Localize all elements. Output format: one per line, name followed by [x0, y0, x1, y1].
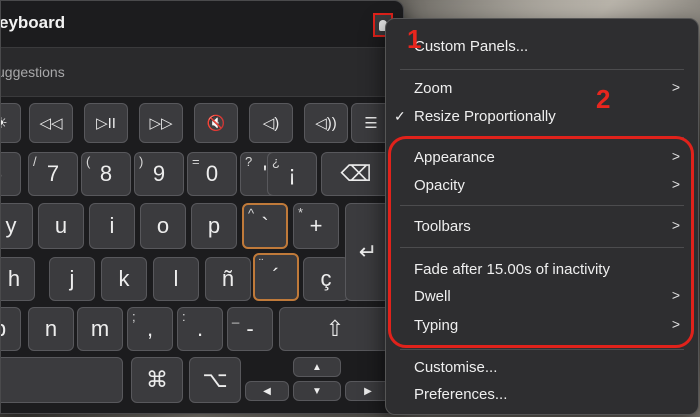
menu-item-resize-proportionally[interactable]: ✓ Resize Proportionally [394, 105, 684, 127]
menu-separator [400, 349, 684, 350]
key-sub: ^ [248, 206, 255, 221]
key-main: 8 [99, 161, 113, 186]
key-7[interactable]: /7 [28, 152, 78, 196]
key-main: 9 [152, 161, 166, 186]
menu-item-label: Zoom [414, 79, 453, 97]
arrow-up-key[interactable]: ▲ [293, 357, 341, 377]
key-6[interactable]: &6 [1, 152, 21, 196]
key-main: . [196, 316, 204, 341]
key-main: , [146, 316, 154, 341]
key-y[interactable]: y [1, 203, 33, 249]
key-main: 0 [205, 161, 219, 186]
key-m[interactable]: m [77, 307, 123, 351]
shift-key[interactable]: ⇧ [279, 307, 391, 351]
key-main: ´ [272, 264, 280, 289]
brightness-key[interactable]: ☀ [1, 103, 21, 143]
rewind-key[interactable]: ◁◁ [29, 103, 73, 143]
key-grave[interactable]: ^ ` [242, 203, 288, 249]
suggestions-label: uggestions [0, 64, 65, 80]
highlight-box [388, 136, 694, 348]
key-period[interactable]: :. [177, 307, 223, 351]
accessibility-keyboard-window[interactable]: eyboard uggestions ☀ ◁◁ ▷II ▷▷ 🔇 ◁) ◁)) … [0, 0, 404, 414]
key-main: ¡ [288, 161, 296, 186]
key-sub: ? [245, 154, 253, 169]
key-sub: ( [86, 154, 91, 169]
key-sub: = [192, 154, 200, 169]
key-i[interactable]: i [89, 203, 135, 249]
menu-item-label: Preferences... [414, 385, 508, 403]
suggestions-bar[interactable]: uggestions [1, 47, 403, 97]
key-main: 6 [1, 161, 2, 187]
menu-item-label: Custom Panels... [414, 37, 529, 55]
menu-item-preferences[interactable]: Preferences... [414, 383, 684, 405]
delete-key[interactable]: ⌫ [321, 152, 391, 196]
key-h[interactable]: h [1, 257, 35, 301]
key-comma[interactable]: ;, [127, 307, 173, 351]
key-main: - [246, 316, 254, 341]
volume-down-key[interactable]: ◁) [249, 103, 293, 143]
key-l[interactable]: l [153, 257, 199, 301]
key-acute[interactable]: ¨ ´ [253, 253, 299, 301]
key-0[interactable]: = 0 [187, 152, 237, 196]
key-plus[interactable]: * + [293, 203, 339, 249]
key-sub: / [33, 154, 37, 169]
key-hyphen[interactable]: _ - [227, 307, 273, 351]
key-n[interactable]: n [28, 307, 74, 351]
key-u[interactable]: u [38, 203, 84, 249]
mute-key[interactable]: 🔇 [194, 103, 238, 143]
menu-item-zoom[interactable]: Zoom > [414, 77, 684, 99]
arrow-down-key[interactable]: ▼ [293, 381, 341, 401]
space-key[interactable] [1, 357, 123, 403]
command-key[interactable]: ⌘ [131, 357, 183, 403]
key-sub: _ [232, 309, 240, 324]
menu-item-custom-panels[interactable]: Custom Panels... [414, 35, 684, 57]
menu-item-customise[interactable]: Customise... [414, 356, 684, 378]
key-sub: ; [132, 309, 136, 324]
chevron-right-icon: > [671, 79, 680, 95]
play-pause-key[interactable]: ▷II [84, 103, 128, 143]
menu-item-label: Resize Proportionally [414, 107, 556, 125]
key-sub: : [182, 309, 186, 324]
key-k[interactable]: k [101, 257, 147, 301]
annotation-1: 1 [407, 24, 422, 54]
key-inverted-exclamation[interactable]: ¿ ¡ [267, 152, 317, 196]
key-sub: ¨ [259, 256, 264, 271]
key-8[interactable]: (8 [81, 152, 131, 196]
key-main: + [309, 213, 323, 238]
fast-forward-key[interactable]: ▷▷ [139, 103, 183, 143]
annotation-2: 2 [596, 84, 611, 114]
key-9[interactable]: ) 9 [134, 152, 184, 196]
key-b[interactable]: b [1, 307, 21, 351]
key-o[interactable]: o [140, 203, 186, 249]
key-sub: * [298, 205, 304, 220]
key-main: 7 [46, 161, 60, 186]
menu-separator [400, 69, 684, 70]
key-n-tilde[interactable]: ñ [205, 257, 251, 301]
checkmark-icon: ✓ [394, 107, 406, 124]
key-p[interactable]: p [191, 203, 237, 249]
arrow-left-key[interactable]: ◀ [245, 381, 289, 401]
key-j[interactable]: j [49, 257, 95, 301]
key-c-cedilla[interactable]: ç [303, 257, 349, 301]
volume-up-key[interactable]: ◁)) [304, 103, 348, 143]
window-title: eyboard [0, 13, 66, 32]
option-key[interactable]: ⌥ [189, 357, 241, 403]
key-sub: ) [139, 154, 144, 169]
key-sub: ¿ [272, 154, 280, 169]
menu-item-label: Customise... [414, 358, 498, 376]
key-main: ` [261, 213, 269, 238]
